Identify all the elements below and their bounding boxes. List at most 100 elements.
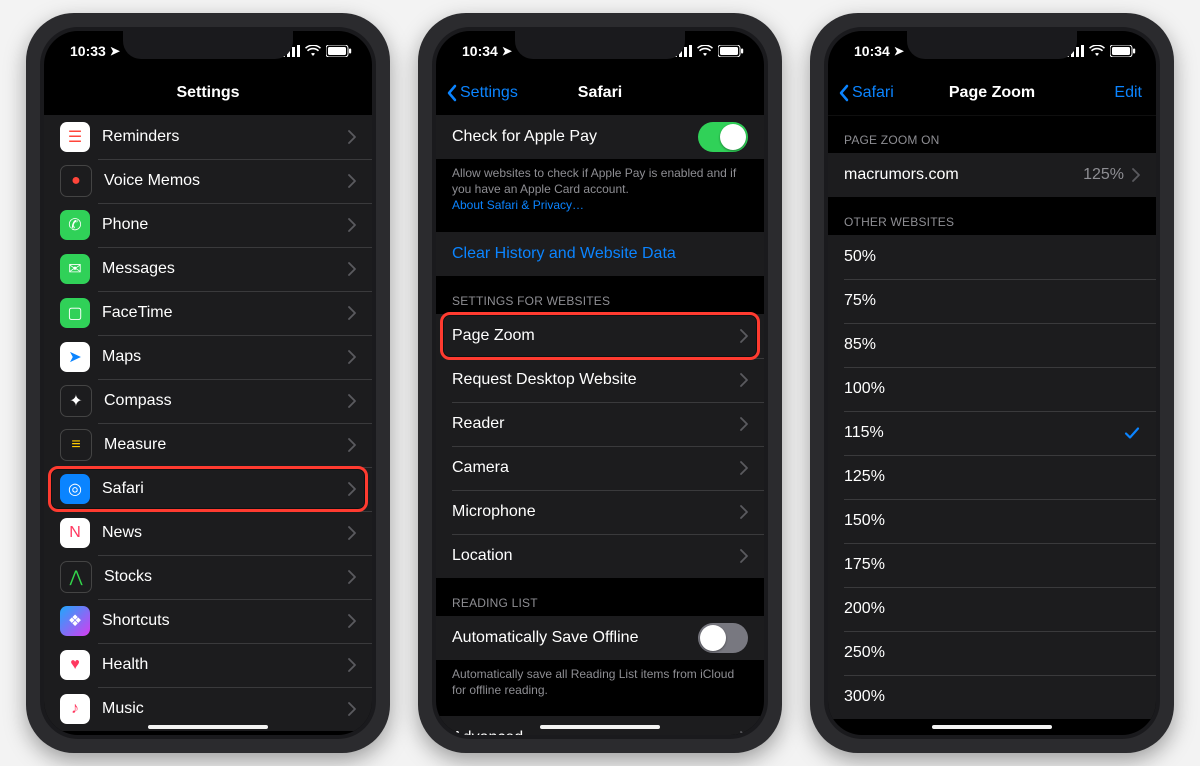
nav-back-button[interactable]: Settings [446,84,518,102]
website-setting-request-desktop-website[interactable]: Request Desktop Website [436,358,764,402]
check-apple-pay-row[interactable]: Check for Apple Pay [436,115,764,159]
zoom-option-125[interactable]: 125% [828,455,1156,499]
website-setting-camera[interactable]: Camera [436,446,764,490]
cell-label: Safari [102,480,348,498]
section-header-websites: SETTINGS FOR WEBSITES [436,276,764,314]
page-zoom-list[interactable]: PAGE ZOOM ON macrumors.com 125% OTHER WE… [828,115,1156,735]
settings-row-shortcuts[interactable]: ❖Shortcuts [44,599,372,643]
location-arrow-icon: ➤ [502,44,512,58]
nav-back-label: Safari [852,84,894,102]
chevron-right-icon [740,417,748,431]
website-setting-page-zoom[interactable]: Page Zoom [436,314,764,358]
cell-label: Clear History and Website Data [452,245,748,263]
chevron-right-icon [740,461,748,475]
cell-label: 50% [844,248,1140,266]
zoom-option-100[interactable]: 100% [828,367,1156,411]
cell-label: Music [102,700,348,718]
status-time: 10:34 [462,43,498,59]
settings-row-health[interactable]: ♥︎Health [44,643,372,687]
apple-pay-footer: Allow websites to check if Apple Pay is … [436,159,764,224]
site-zoom-row[interactable]: macrumors.com 125% [828,153,1156,197]
status-time: 10:34 [854,43,890,59]
zoom-option-150[interactable]: 150% [828,499,1156,543]
chevron-right-icon [740,329,748,343]
wifi-icon [697,45,713,57]
section-header-zoom-on: PAGE ZOOM ON [828,115,1156,153]
chevron-right-icon [348,482,356,496]
zoom-option-175[interactable]: 175% [828,543,1156,587]
settings-row-reminders[interactable]: ☰Reminders [44,115,372,159]
voice-memos-icon: ● [60,165,92,197]
cell-label: Check for Apple Pay [452,128,698,146]
messages-icon: ✉︎ [60,254,90,284]
wifi-icon [1089,45,1105,57]
nav-title: Safari [578,84,622,102]
nav-edit-button[interactable]: Edit [1114,84,1142,102]
chevron-right-icon [348,570,356,584]
chevron-left-icon [838,84,850,102]
zoom-option-85[interactable]: 85% [828,323,1156,367]
notch [123,31,293,59]
zoom-option-75[interactable]: 75% [828,279,1156,323]
settings-row-news[interactable]: NNews [44,511,372,555]
website-setting-location[interactable]: Location [436,534,764,578]
section-header-other: OTHER WEBSITES [828,197,1156,235]
section-header-reading: READING LIST [436,578,764,616]
zoom-option-250[interactable]: 250% [828,631,1156,675]
home-indicator[interactable] [148,725,268,729]
nav-back-button[interactable]: Safari [838,84,894,102]
chevron-left-icon [446,84,458,102]
cell-label: Shortcuts [102,612,348,630]
settings-row-facetime[interactable]: ▢FaceTime [44,291,372,335]
cell-label: Phone [102,216,348,234]
home-indicator[interactable] [932,725,1052,729]
cell-label: 125% [844,468,1140,486]
auto-save-offline-toggle[interactable] [698,623,748,653]
settings-row-messages[interactable]: ✉︎ Messages [44,247,372,291]
phones-row: 10:33 ➤ Settings ☰Reminders●Voice Memos✆… [26,13,1174,753]
cell-label: Microphone [452,503,740,521]
zoom-option-50[interactable]: 50% [828,235,1156,279]
settings-row-stocks[interactable]: ⋀Stocks [44,555,372,599]
reminders-icon: ☰ [60,122,90,152]
settings-row-compass[interactable]: ✦Compass [44,379,372,423]
auto-save-offline-row[interactable]: Automatically Save Offline [436,616,764,660]
website-setting-reader[interactable]: Reader [436,402,764,446]
site-zoom-value: 125% [1083,166,1124,184]
settings-row-voice-memos[interactable]: ●Voice Memos [44,159,372,203]
wifi-icon [305,45,321,57]
facetime-icon: ▢ [60,298,90,328]
zoom-option-300[interactable]: 300% [828,675,1156,719]
safari-settings-list[interactable]: Check for Apple Pay Allow websites to ch… [436,115,764,735]
about-safari-privacy-link[interactable]: About Safari & Privacy… [452,198,584,212]
location-arrow-icon: ➤ [110,44,120,58]
battery-icon [326,45,352,57]
clear-history-row[interactable]: Clear History and Website Data [436,232,764,276]
cell-label: 150% [844,512,1140,530]
chevron-right-icon [1132,168,1140,182]
chevron-right-icon [348,218,356,232]
zoom-option-200[interactable]: 200% [828,587,1156,631]
cell-label: 300% [844,688,1140,706]
home-indicator[interactable] [540,725,660,729]
settings-row-phone[interactable]: ✆Phone [44,203,372,247]
chevron-right-icon [348,526,356,540]
cell-label: News [102,524,348,542]
apple-pay-toggle[interactable] [698,122,748,152]
nav-bar: Settings Safari [436,71,764,116]
phone-2: 10:34 ➤ Settings Safari [418,13,782,753]
settings-row-safari[interactable]: ◎Safari [44,467,372,511]
website-setting-microphone[interactable]: Microphone [436,490,764,534]
cell-label: 100% [844,380,1140,398]
settings-list[interactable]: ☰Reminders●Voice Memos✆Phone ✉︎ Messages ▢F… [44,115,372,735]
chevron-right-icon [348,702,356,716]
cell-label: Messages [102,260,348,278]
zoom-option-115[interactable]: 115% [828,411,1156,455]
cell-label: 200% [844,600,1140,618]
nav-bar: Safari Page Zoom Edit [828,71,1156,116]
settings-row-measure[interactable]: ≡Measure [44,423,372,467]
music-icon: ♪ [60,694,90,724]
battery-icon [1110,45,1136,57]
settings-row-maps[interactable]: ➤Maps [44,335,372,379]
cell-label: Location [452,547,740,565]
